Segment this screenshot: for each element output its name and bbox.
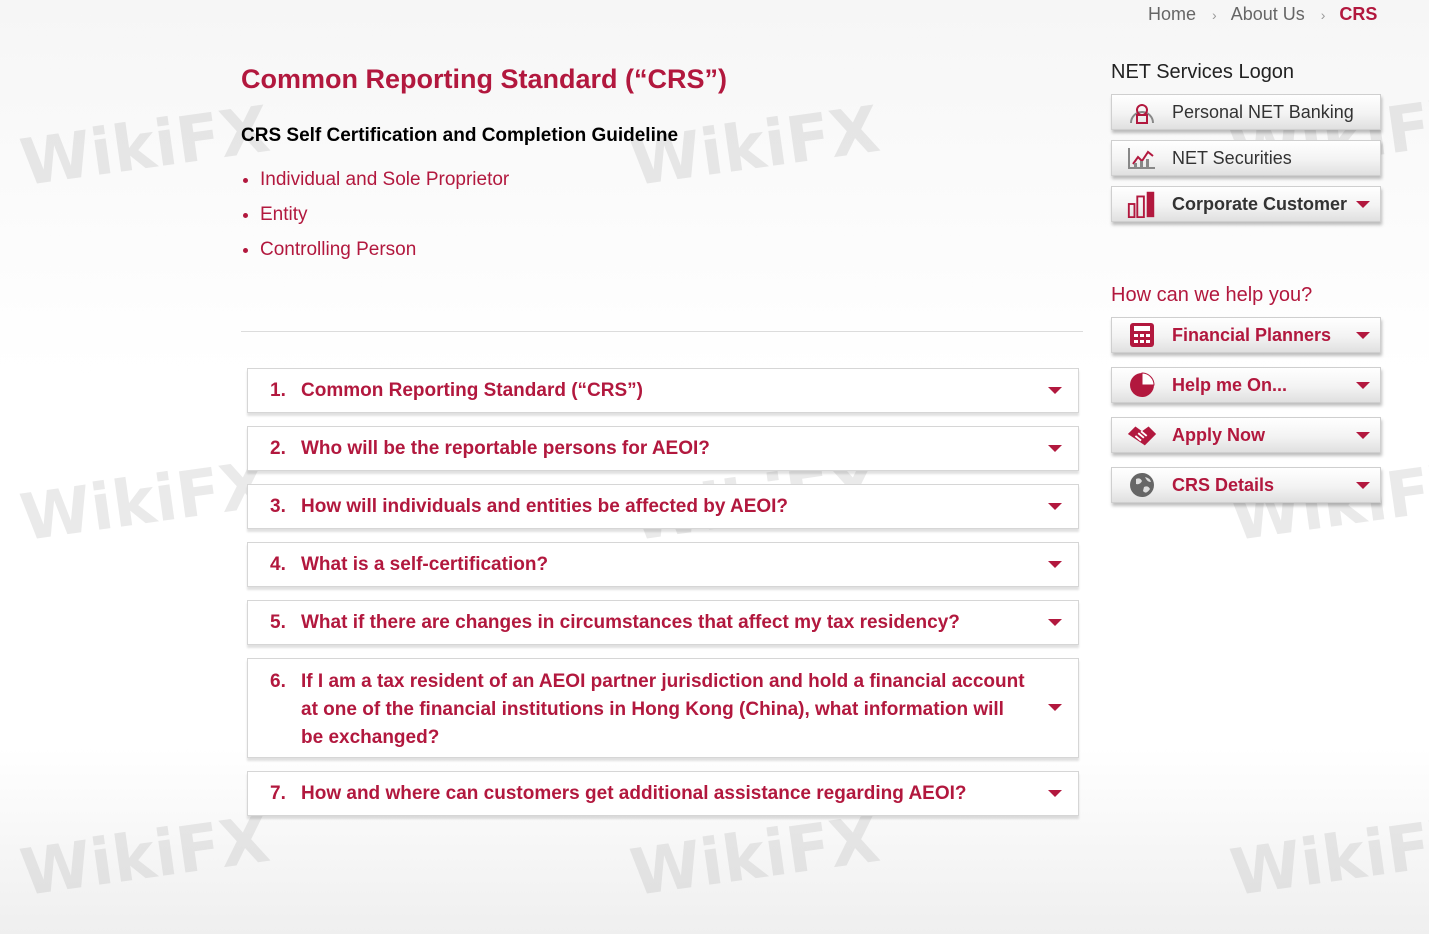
financial-planners-button[interactable]: Financial Planners — [1111, 317, 1381, 353]
breadcrumb-about-us[interactable]: About Us — [1231, 4, 1305, 25]
faq-question: Common Reporting Standard (“CRS”) — [301, 379, 643, 401]
button-label: NET Securities — [1172, 147, 1292, 168]
breadcrumb: Home › About Us › CRS — [1148, 4, 1377, 25]
faq-item[interactable]: 6. If I am a tax resident of an AEOI par… — [247, 658, 1079, 758]
chevron-down-icon — [1048, 619, 1062, 626]
pie-chart-icon — [1126, 372, 1158, 398]
button-label: Help me On... — [1172, 374, 1288, 395]
globe-icon — [1126, 472, 1158, 498]
faq-item[interactable]: 3. How will individuals and entities be … — [247, 484, 1079, 529]
faq-accordion: 1. Common Reporting Standard (“CRS”) 2. … — [247, 368, 1079, 829]
faq-number: 6. — [270, 671, 286, 692]
button-label: Personal NET Banking — [1172, 101, 1354, 122]
watermark: WikiFX — [16, 802, 275, 912]
divider — [241, 331, 1083, 332]
watermark: WikiFX — [16, 447, 275, 557]
page-title: Common Reporting Standard (“CRS”) — [241, 64, 727, 94]
faq-number: 4. — [270, 553, 286, 575]
faq-number: 2. — [270, 437, 286, 459]
crs-details-button[interactable]: CRS Details — [1111, 467, 1381, 503]
faq-question: What is a self-certification? — [301, 553, 549, 575]
faq-item[interactable]: 5. What if there are changes in circumst… — [247, 600, 1079, 645]
button-label: Apply Now — [1172, 424, 1265, 445]
calculator-icon — [1126, 322, 1158, 348]
net-services-heading: NET Services Logon — [1111, 61, 1295, 83]
guideline-heading: CRS Self Certification and Completion Gu… — [241, 125, 679, 146]
faq-number: 3. — [270, 495, 286, 517]
chevron-right-icon: › — [1320, 6, 1326, 23]
chevron-right-icon: › — [1212, 6, 1217, 23]
faq-item[interactable]: 4. What is a self-certification? — [247, 542, 1079, 587]
faq-item[interactable]: 2. Who will be the reportable persons fo… — [247, 426, 1079, 471]
chevron-down-icon — [1048, 445, 1062, 452]
help-heading: How can we help you? — [1111, 284, 1313, 306]
chevron-down-icon — [1048, 387, 1062, 394]
lock-person-icon — [1126, 99, 1158, 125]
guideline-link-controlling-person[interactable]: Controlling Person — [241, 232, 1083, 267]
faq-question: What if there are changes in circumstanc… — [301, 611, 960, 633]
guideline-list: Individual and Sole Proprietor Entity Co… — [241, 162, 1083, 267]
faq-question: If I am a tax resident of an AEOI partne… — [301, 671, 1025, 748]
breadcrumb-current: CRS — [1339, 4, 1378, 24]
watermark: WikiFX — [1226, 802, 1429, 912]
button-label: Financial Planners — [1172, 324, 1332, 345]
chevron-down-icon — [1048, 503, 1062, 510]
chevron-down-icon — [1356, 381, 1370, 389]
faq-question: How and where can customers get addition… — [301, 782, 967, 804]
faq-question: How will individuals and entities be aff… — [301, 495, 789, 517]
help-section: How can we help you? Financial Planners … — [1111, 281, 1383, 503]
net-securities-button[interactable]: NET Securities — [1111, 140, 1381, 176]
handshake-icon — [1126, 422, 1158, 448]
help-me-on-button[interactable]: Help me On... — [1111, 367, 1381, 403]
chevron-down-icon — [1048, 790, 1062, 797]
main-content: Common Reporting Standard (“CRS”) CRS Se… — [241, 62, 1083, 267]
chevron-down-icon — [1356, 481, 1370, 489]
faq-item[interactable]: 1. Common Reporting Standard (“CRS”) — [247, 368, 1079, 413]
breadcrumb-home[interactable]: Home — [1148, 4, 1196, 25]
button-label: Corporate Customer — [1172, 193, 1348, 214]
chevron-down-icon — [1048, 704, 1062, 711]
chevron-down-icon — [1356, 431, 1370, 439]
faq-question: Who will be the reportable persons for A… — [301, 437, 710, 459]
guideline-link-individual[interactable]: Individual and Sole Proprietor — [241, 162, 1083, 197]
faq-number: 7. — [270, 782, 286, 804]
sidebar: NET Services Logon Personal NET Banking … — [1111, 58, 1383, 517]
watermark: WikiFX — [16, 92, 275, 202]
faq-number: 1. — [270, 379, 286, 401]
guideline-link-entity[interactable]: Entity — [241, 197, 1083, 232]
chevron-down-icon — [1048, 561, 1062, 568]
button-label: CRS Details — [1172, 474, 1275, 495]
personal-net-banking-button[interactable]: Personal NET Banking — [1111, 94, 1381, 130]
building-icon — [1126, 191, 1158, 218]
chevron-down-icon — [1356, 331, 1370, 339]
chart-icon — [1126, 145, 1158, 171]
chevron-down-icon — [1356, 200, 1370, 208]
faq-number: 5. — [270, 611, 286, 633]
corporate-customer-button[interactable]: Corporate Customer — [1111, 186, 1381, 222]
faq-item[interactable]: 7. How and where can customers get addit… — [247, 771, 1079, 816]
apply-now-button[interactable]: Apply Now — [1111, 417, 1381, 453]
